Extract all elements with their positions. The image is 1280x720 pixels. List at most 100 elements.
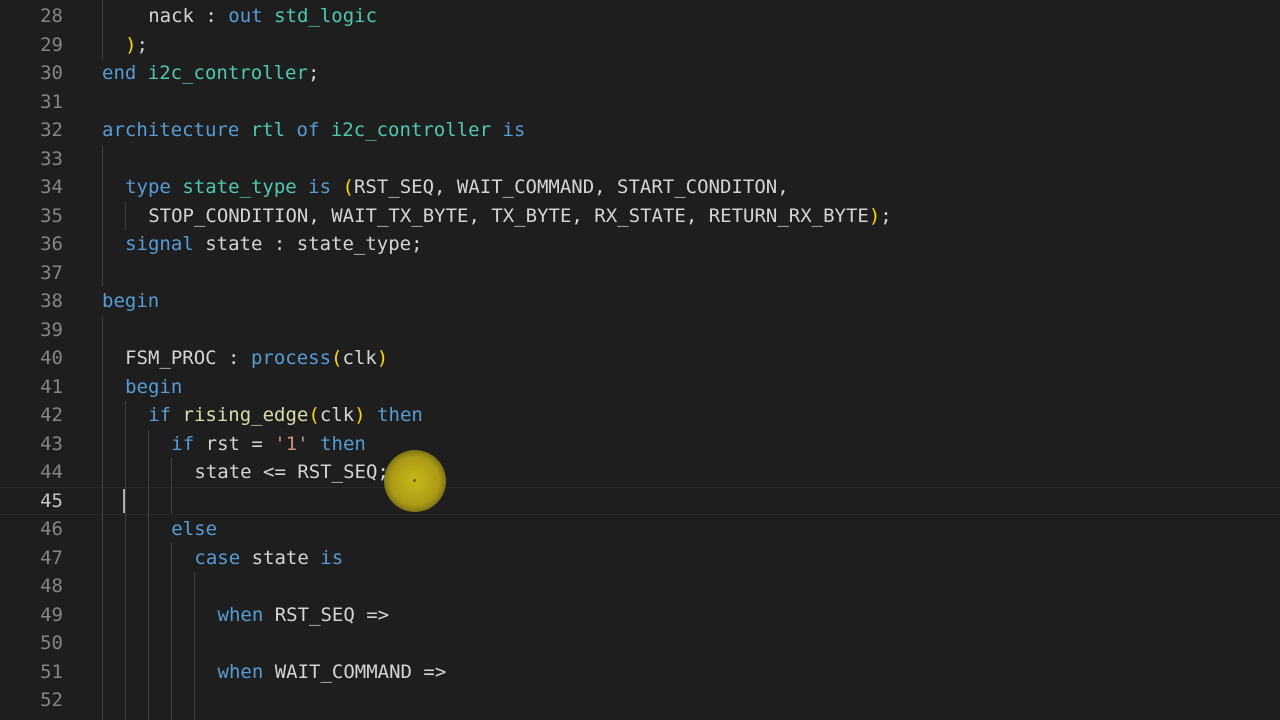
code-line[interactable]: 29); bbox=[0, 31, 1280, 59]
code-token: ( bbox=[331, 347, 343, 369]
code-line[interactable]: 31 bbox=[0, 88, 1280, 116]
code-line[interactable]: 48 bbox=[0, 572, 1280, 600]
line-number[interactable]: 36 bbox=[0, 230, 63, 258]
code-token: process bbox=[250, 347, 332, 369]
text-cursor bbox=[123, 489, 125, 513]
code-line[interactable]: 52 bbox=[0, 686, 1280, 714]
line-code[interactable]: ); bbox=[125, 31, 148, 59]
line-number[interactable]: 51 bbox=[0, 658, 63, 686]
line-number[interactable]: 45 bbox=[0, 487, 63, 515]
code-token: then bbox=[377, 404, 423, 426]
code-line[interactable]: 46 else bbox=[0, 515, 1280, 543]
code-token: out bbox=[228, 5, 263, 27]
code-line[interactable]: 39 bbox=[0, 316, 1280, 344]
line-code[interactable]: STOP_CONDITION, WAIT_TX_BYTE, TX_BYTE, R… bbox=[148, 202, 892, 230]
line-code[interactable]: architecture rtl of i2c_controller is bbox=[102, 116, 525, 144]
line-number[interactable]: 41 bbox=[0, 373, 63, 401]
code-token: nack bbox=[148, 5, 194, 27]
line-number[interactable]: 49 bbox=[0, 601, 63, 629]
line-number[interactable]: 52 bbox=[0, 686, 63, 714]
code-token: type bbox=[125, 176, 171, 198]
line-number[interactable]: 35 bbox=[0, 202, 63, 230]
code-line[interactable]: 33 bbox=[0, 145, 1280, 173]
code-line[interactable]: 42 if rising_edge(clk) then bbox=[0, 401, 1280, 429]
line-code[interactable]: type state_type is (RST_SEQ, WAIT_COMMAN… bbox=[125, 173, 789, 201]
code-line[interactable]: 40 FSM_PROC : process(clk) bbox=[0, 344, 1280, 372]
code-line[interactable]: 32 architecture rtl of i2c_controller is bbox=[0, 116, 1280, 144]
code-line[interactable]: 37 bbox=[0, 259, 1280, 287]
line-code[interactable]: when WAIT_COMMAND => bbox=[218, 658, 447, 686]
line-number[interactable]: 28 bbox=[0, 2, 63, 30]
code-token: : bbox=[193, 5, 229, 27]
line-number[interactable]: 38 bbox=[0, 287, 63, 315]
line-number[interactable]: 30 bbox=[0, 59, 63, 87]
line-code[interactable]: begin bbox=[102, 287, 159, 315]
code-token: STOP_CONDITION, WAIT_TX_BYTE, TX_BYTE, R… bbox=[148, 204, 869, 227]
code-line[interactable]: 49 when RST_SEQ => bbox=[0, 601, 1280, 629]
code-token: ) bbox=[868, 204, 881, 227]
line-number[interactable]: 32 bbox=[0, 116, 63, 144]
line-number[interactable]: 46 bbox=[0, 515, 63, 543]
code-editor[interactable]: 28 nack : out std_logic 29); 30 end i2c_cont… bbox=[0, 0, 1280, 720]
code-line[interactable]: 43 if rst = '1' then bbox=[0, 430, 1280, 458]
code-line[interactable]: 30 end i2c_controller; bbox=[0, 59, 1280, 87]
line-code[interactable]: FSM_PROC : process(clk) bbox=[125, 344, 388, 372]
code-token: clk bbox=[342, 347, 377, 369]
code-line[interactable]: 41 begin bbox=[0, 373, 1280, 401]
code-token: else bbox=[171, 518, 218, 540]
code-line[interactable]: 35 STOP_CONDITION, WAIT_TX_BYTE, TX_BYTE,… bbox=[0, 202, 1280, 230]
code-line[interactable]: 28 nack : out std_logic bbox=[0, 2, 1280, 30]
line-code[interactable]: nack : out std_logic bbox=[148, 2, 377, 30]
line-code[interactable]: state <= RST_SEQ; bbox=[194, 458, 388, 486]
code-line[interactable]: 36 signal state : state_type; bbox=[0, 230, 1280, 258]
line-code[interactable]: if rst = '1' then bbox=[171, 430, 366, 458]
code-token: architecture bbox=[102, 119, 240, 141]
line-number[interactable]: 47 bbox=[0, 544, 63, 572]
line-number[interactable]: 42 bbox=[0, 401, 63, 429]
line-code[interactable]: if rising_edge(clk) then bbox=[148, 401, 423, 429]
line-number[interactable]: 44 bbox=[0, 458, 63, 486]
line-number[interactable]: 34 bbox=[0, 173, 63, 201]
code-line[interactable]: 38 begin bbox=[0, 287, 1280, 315]
code-token: if bbox=[148, 404, 172, 426]
line-number[interactable]: 37 bbox=[0, 259, 63, 287]
line-code[interactable]: begin bbox=[125, 373, 182, 401]
code-token: ; bbox=[136, 33, 148, 56]
line-number[interactable]: 39 bbox=[0, 316, 63, 344]
line-number[interactable]: 43 bbox=[0, 430, 63, 458]
line-number[interactable]: 50 bbox=[0, 629, 63, 657]
line-number[interactable]: 48 bbox=[0, 572, 63, 600]
line-number[interactable]: 29 bbox=[0, 31, 63, 59]
code-token: if bbox=[171, 432, 195, 455]
line-number[interactable]: 31 bbox=[0, 88, 63, 116]
line-code[interactable]: when RST_SEQ => bbox=[218, 601, 390, 629]
code-line[interactable]: 45 bbox=[0, 487, 1280, 515]
code-token: std_logic bbox=[274, 5, 378, 27]
code-token: state : state_type; bbox=[205, 233, 423, 255]
code-line[interactable]: 34 type state_type is (RST_SEQ, WAIT_COMM… bbox=[0, 173, 1280, 201]
line-code[interactable]: else bbox=[171, 515, 217, 543]
code-line[interactable]: 44 state <= RST_SEQ; bbox=[0, 458, 1280, 486]
line-code[interactable]: case state is bbox=[194, 544, 343, 572]
code-line[interactable]: 50 bbox=[0, 629, 1280, 657]
line-number[interactable]: 40 bbox=[0, 344, 63, 372]
code-line[interactable]: 47 case state is bbox=[0, 544, 1280, 572]
code-line[interactable]: 51 when WAIT_COMMAND => bbox=[0, 658, 1280, 686]
code-token: rtl bbox=[250, 119, 286, 141]
line-number[interactable]: 33 bbox=[0, 145, 63, 173]
code-token: ) bbox=[125, 33, 137, 56]
line-code[interactable]: end i2c_controller; bbox=[102, 59, 319, 87]
line-code[interactable]: signal state : state_type; bbox=[125, 230, 422, 258]
code-token: rst = bbox=[205, 432, 275, 455]
code-token: RST_SEQ => bbox=[274, 603, 390, 626]
